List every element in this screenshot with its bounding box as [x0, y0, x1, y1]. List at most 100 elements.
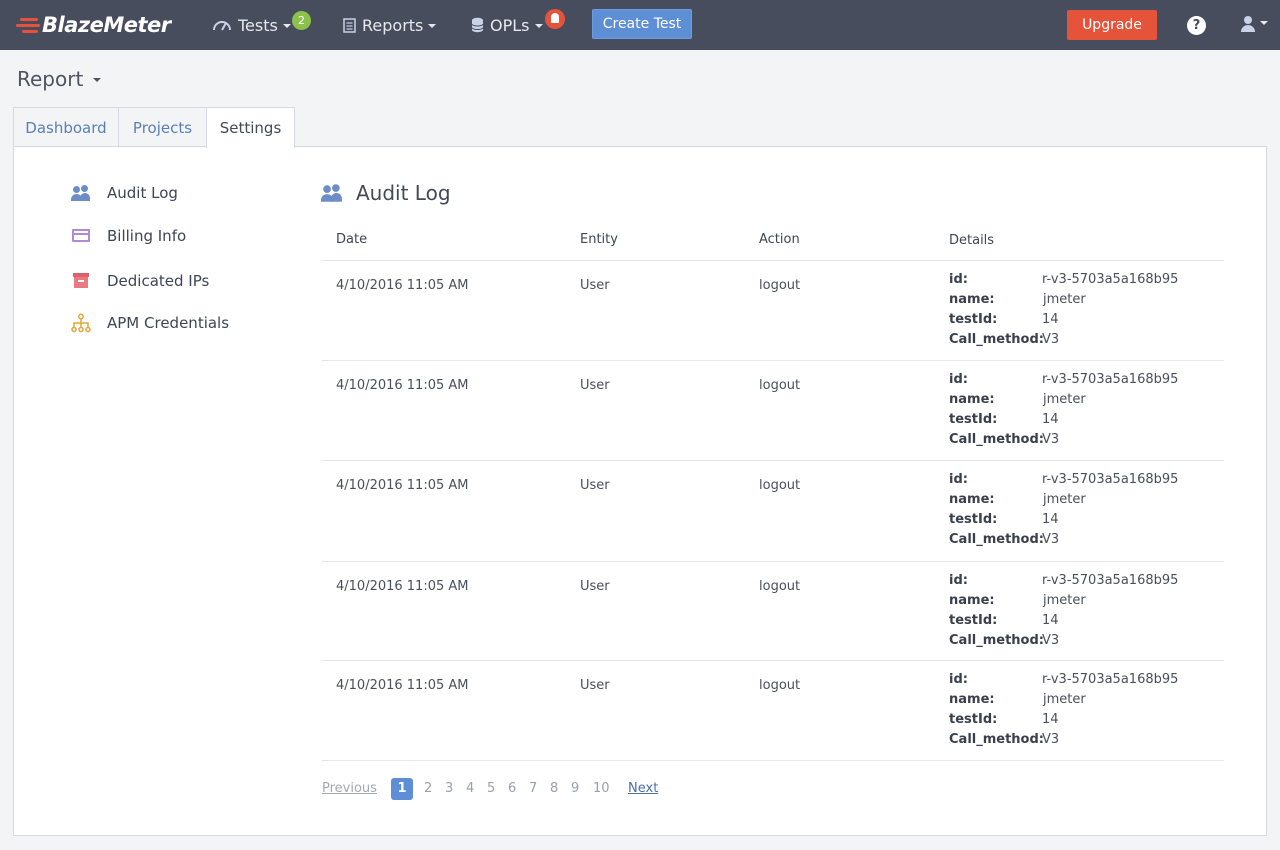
column-header-date: Date [336, 232, 368, 247]
sidebar-item-apm-credentials[interactable]: APM Credentials [71, 311, 229, 335]
detail-key-id: id: [949, 372, 968, 387]
page-title-dropdown[interactable]: Report [17, 66, 102, 92]
cell-action: logout [759, 278, 801, 293]
create-test-button[interactable]: Create Test [592, 9, 692, 39]
cell-entity: User [580, 579, 610, 594]
page-link[interactable]: 7 [529, 778, 537, 800]
detail-key-testid: testId: [949, 712, 998, 727]
cell-entity: User [580, 478, 610, 493]
cell-entity: User [580, 378, 610, 393]
tab-dashboard[interactable]: Dashboard [13, 107, 119, 147]
next-page-link[interactable]: Next [628, 778, 658, 800]
detail-key-testid: testId: [949, 412, 998, 427]
detail-value-id: r-v3-5703a5a168b95 [1042, 372, 1179, 387]
sitemap-icon [71, 313, 91, 333]
previous-page-link[interactable]: Previous [322, 778, 377, 800]
chevron-down-icon [93, 78, 102, 82]
nav-reports-menu[interactable]: Reports [343, 0, 437, 50]
top-navbar: BlazeMeter Tests 2 Reports OPLs Create T… [0, 0, 1280, 50]
detail-value-name: jmeter [1043, 593, 1086, 608]
cell-details: id: r-v3-5703a5a168b95 name: jmeter testId: 1… [949, 271, 1209, 351]
detail-value-id: r-v3-5703a5a168b95 [1042, 672, 1179, 687]
nav-opls-label: OPLs [490, 15, 530, 35]
tab-projects[interactable]: Projects [118, 107, 207, 147]
page-link[interactable]: 4 [466, 778, 474, 800]
detail-key-testid: testId: [949, 512, 998, 527]
page-link[interactable]: 3 [445, 778, 453, 800]
column-header-entity: Entity [580, 232, 618, 247]
credit-card-icon [71, 226, 91, 246]
page-link[interactable]: 6 [508, 778, 516, 800]
detail-key-call-method: Call_method: [949, 332, 1044, 347]
sidebar-item-audit-log[interactable]: Audit Log [71, 181, 178, 205]
detail-key-id: id: [949, 672, 968, 687]
page-link[interactable]: 5 [487, 778, 495, 800]
audit-log-heading: Audit Log [321, 180, 451, 206]
flame-logo-icon [16, 15, 44, 35]
cell-details: id: r-v3-5703a5a168b95 name: jmeter testId: 1… [949, 671, 1209, 751]
detail-value-testid: 14 [1042, 512, 1059, 527]
table-row: 4/10/2016 11:05 AM User logout id: r-v3-5703… [322, 261, 1224, 361]
table-row: 4/10/2016 11:05 AM User logout id: r-v3-5703… [322, 361, 1224, 461]
nav-tests-menu[interactable]: Tests [212, 0, 291, 50]
upgrade-button[interactable]: Upgrade [1067, 10, 1157, 40]
nav-opls-menu[interactable]: OPLs [471, 0, 543, 50]
sidebar-item-label: Billing Info [107, 227, 187, 245]
detail-key-testid: testId: [949, 613, 998, 628]
detail-value-call-method: V3 [1042, 633, 1060, 648]
cell-details: id: r-v3-5703a5a168b95 name: jmeter testId: 1… [949, 371, 1209, 451]
detail-value-call-method: V3 [1042, 332, 1060, 347]
detail-key-name: name: [949, 392, 995, 407]
sidebar-item-dedicated-ips[interactable]: Dedicated IPs [71, 269, 209, 293]
user-menu[interactable] [1240, 15, 1270, 35]
detail-key-call-method: Call_method: [949, 732, 1044, 747]
page-link[interactable]: 9 [571, 778, 579, 800]
nav-reports-label: Reports [362, 15, 424, 35]
page-link[interactable]: 10 [593, 778, 610, 800]
cell-date: 4/10/2016 11:05 AM [336, 278, 469, 293]
chevron-down-icon [1260, 21, 1268, 25]
detail-key-testid: testId: [949, 312, 998, 327]
chevron-down-icon [282, 24, 291, 28]
detail-key-call-method: Call_method: [949, 432, 1044, 447]
document-icon [343, 17, 356, 33]
tab-settings[interactable]: Settings [206, 107, 295, 148]
cell-date: 4/10/2016 11:05 AM [336, 378, 469, 393]
column-header-details: Details [949, 233, 995, 248]
cell-action: logout [759, 378, 801, 393]
detail-value-testid: 14 [1042, 613, 1059, 628]
sidebar-item-label: Audit Log [107, 184, 178, 202]
detail-value-id: r-v3-5703a5a168b95 [1042, 272, 1179, 287]
users-icon [321, 182, 343, 204]
detail-value-call-method: V3 [1042, 532, 1060, 547]
database-icon [471, 17, 484, 33]
audit-log-table: Date Entity Action Details 4/10/2016 11:… [322, 226, 1224, 761]
brand-logo[interactable]: BlazeMeter [16, 13, 171, 37]
help-icon[interactable]: ? [1187, 16, 1206, 35]
detail-value-id: r-v3-5703a5a168b95 [1042, 573, 1179, 588]
page-current[interactable]: 1 [391, 778, 413, 800]
detail-key-call-method: Call_method: [949, 532, 1044, 547]
detail-value-name: jmeter [1043, 492, 1086, 507]
detail-key-id: id: [949, 272, 968, 287]
cell-entity: User [580, 678, 610, 693]
detail-key-id: id: [949, 573, 968, 588]
sidebar-item-label: APM Credentials [107, 314, 230, 332]
detail-value-testid: 14 [1042, 312, 1059, 327]
page-link[interactable]: 2 [424, 778, 432, 800]
detail-value-name: jmeter [1043, 692, 1086, 707]
detail-key-id: id: [949, 472, 968, 487]
detail-value-testid: 14 [1042, 712, 1059, 727]
brand-name: BlazeMeter [42, 13, 171, 37]
cell-date: 4/10/2016 11:05 AM [336, 678, 469, 693]
detail-key-name: name: [949, 492, 995, 507]
page-link[interactable]: 8 [550, 778, 558, 800]
sidebar-item-billing-info[interactable]: Billing Info [71, 224, 186, 248]
cell-action: logout [759, 579, 801, 594]
table-row: 4/10/2016 11:05 AM User logout id: r-v3-5703… [322, 661, 1224, 761]
cell-entity: User [580, 278, 610, 293]
detail-key-name: name: [949, 292, 995, 307]
detail-value-testid: 14 [1042, 412, 1059, 427]
table-header: Date Entity Action Details [322, 226, 1224, 261]
page-title: Report [17, 67, 84, 91]
